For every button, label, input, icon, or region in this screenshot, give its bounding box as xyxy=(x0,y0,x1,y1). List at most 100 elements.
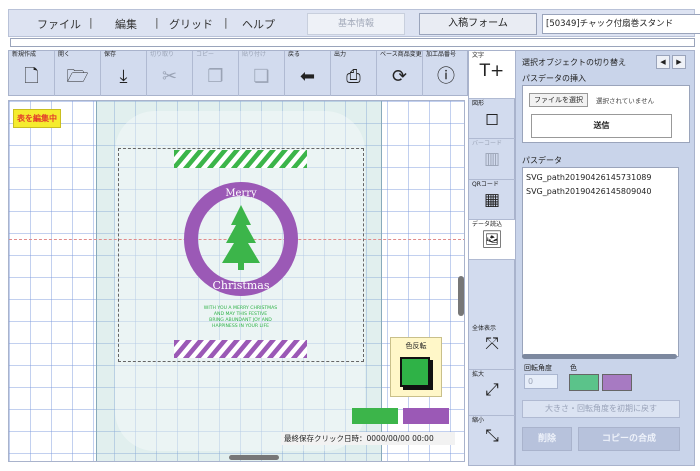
object-panel: 選択オブジェクトの切り替え ◀ ▶ パスデータの挿入 ファイルを選択 選択されて… xyxy=(515,50,695,466)
scissors-icon: ✂ xyxy=(161,66,178,87)
paste-icon: ❏ xyxy=(253,66,270,87)
color-swatch-green[interactable] xyxy=(569,374,599,391)
panel-title: 選択オブジェクトの切り替え xyxy=(522,58,626,67)
editing-badge: 表を編集中 xyxy=(13,109,61,128)
zoom-out-button[interactable]: 縮小 ⤡ xyxy=(469,416,515,466)
greeting-text: WITH YOU A MERRY CHRISTMAS AND MAY THIS … xyxy=(174,306,307,330)
new-button[interactable]: 新規作成 🗋 xyxy=(9,51,55,96)
copy-compose-button[interactable]: コピーの合成 xyxy=(578,427,680,451)
fit-label: 全体表示 xyxy=(472,325,497,332)
zoom-in-icon: ⤢ xyxy=(485,380,499,400)
menu-separator: | xyxy=(224,16,228,29)
path-data-label: パスデータ xyxy=(522,156,562,165)
merry-text: Merry xyxy=(225,188,257,199)
tool-sidebar: 文字 T+ 図形 ◻ バーコード ▥ QRコード ▦ データ読込 🖼 全体表示 ⤧ 拡大 ⤢ … xyxy=(468,50,515,466)
no-file-text: 選択されていません xyxy=(596,97,655,105)
progress-strip xyxy=(10,38,695,47)
copy-button[interactable]: コピー ❐ xyxy=(193,51,239,96)
greeting-line: HAPPINESS IN YOUR LIFE xyxy=(211,324,270,329)
copy-label: コピー xyxy=(196,51,215,58)
horizontal-scrollbar[interactable] xyxy=(229,455,279,460)
shape-icon: ◻ xyxy=(484,109,500,129)
save-button[interactable]: 保存 ⤓ xyxy=(101,51,147,96)
qr-label: QRコード xyxy=(472,181,499,188)
image-tool[interactable]: データ読込 🖼 xyxy=(469,220,515,260)
barcode-icon: ▥ xyxy=(483,149,501,169)
back-label: 戻る xyxy=(288,51,301,58)
zoom-out-label: 縮小 xyxy=(472,417,485,424)
design-canvas[interactable]: Merry Christmas WITH YOU A MERRY CHRISTM… xyxy=(8,100,465,462)
path-insert-label: パスデータの挿入 xyxy=(522,74,586,83)
vertical-scrollbar[interactable] xyxy=(458,276,464,316)
christmas-emblem[interactable]: Merry Christmas xyxy=(183,181,299,297)
last-saved: 最終保存クリック日時：0000/00/00 00:00 xyxy=(281,432,455,445)
color-swatch-purple[interactable] xyxy=(602,374,632,391)
printer-icon: ⎙ xyxy=(346,66,361,87)
delete-button[interactable]: 削除 xyxy=(522,427,572,451)
menu-bar: ファイル | 編集 | グリッド | ヘルプ 基本情報 入稿フォーム [5034… xyxy=(8,9,700,37)
open-button[interactable]: 開く 🗁 xyxy=(55,51,101,96)
info-button[interactable]: 加工品番号 ⓘ xyxy=(423,51,469,96)
basic-info-button[interactable]: 基本情報 xyxy=(307,13,405,35)
menu-file[interactable]: ファイル xyxy=(37,16,81,32)
back-button[interactable]: 戻る ⬅ xyxy=(285,51,331,96)
fit-view-button[interactable]: 全体表示 ⤧ xyxy=(469,324,515,370)
purple-stripe-band[interactable] xyxy=(174,340,307,358)
cut-button[interactable]: 切り取り ✂ xyxy=(147,51,193,96)
prev-object-button[interactable]: ◀ xyxy=(656,55,670,69)
purple-swatch[interactable] xyxy=(403,408,449,424)
refresh-icon: ⟳ xyxy=(391,66,408,87)
green-swatch[interactable] xyxy=(352,408,398,424)
zoom-in-button[interactable]: 拡大 ⤢ xyxy=(469,370,515,416)
choose-file-button[interactable]: ファイルを選択 xyxy=(529,93,588,107)
print-button[interactable]: 出力 ⎙ xyxy=(331,51,377,96)
save-label: 保存 xyxy=(104,51,117,58)
path-list[interactable]: SVG_path20190426145731089 SVG_path201904… xyxy=(522,167,679,357)
menu-edit[interactable]: 編集 xyxy=(115,16,137,32)
next-object-button[interactable]: ▶ xyxy=(672,55,686,69)
menu-separator: | xyxy=(155,16,159,29)
submission-form-button[interactable]: 入稿フォーム xyxy=(419,13,537,35)
christmas-text: Christmas xyxy=(213,279,270,292)
menu-separator: | xyxy=(89,16,93,29)
tree-icon xyxy=(222,205,260,263)
barcode-label: バーコード xyxy=(472,140,503,147)
copy-icon: ❐ xyxy=(207,66,224,87)
document-field[interactable]: [50349]チャック付扇巻スタンド xyxy=(542,14,700,34)
path-list-scrollbar[interactable] xyxy=(522,354,677,359)
qr-tool[interactable]: QRコード ▦ xyxy=(469,180,515,220)
color-invert-button[interactable]: 色反転 xyxy=(390,337,442,397)
zoom-out-icon: ⤡ xyxy=(485,426,499,446)
list-item[interactable]: SVG_path20190426145731089 xyxy=(526,171,675,185)
menu-help[interactable]: ヘルプ xyxy=(242,16,275,32)
reset-size-rotation-button[interactable]: 大きさ・回転角度を初期に戻す xyxy=(522,400,680,418)
barcode-tool[interactable]: バーコード ▥ xyxy=(469,139,515,180)
text-tool[interactable]: 文字 T+ xyxy=(469,51,515,99)
upload-box: ファイルを選択 選択されていません 送信 xyxy=(522,85,690,143)
image-icon: 🖼 xyxy=(481,230,503,250)
send-button[interactable]: 送信 xyxy=(531,114,672,138)
zoom-in-label: 拡大 xyxy=(472,371,485,378)
expand-icon: ⤧ xyxy=(485,334,499,354)
paste-button[interactable]: 貼り付け ❏ xyxy=(239,51,285,96)
cut-label: 切り取り xyxy=(150,51,175,58)
image-label: データ読込 xyxy=(472,221,503,228)
shape-tool[interactable]: 図形 ◻ xyxy=(469,99,515,139)
list-item[interactable]: SVG_path20190426145809040 xyxy=(526,185,675,199)
qr-code-icon: ▦ xyxy=(483,190,501,210)
paste-label: 貼り付け xyxy=(242,51,267,58)
color-label: 色 xyxy=(570,364,577,372)
green-stripe-band[interactable] xyxy=(174,150,307,168)
arrow-left-icon: ⬅ xyxy=(299,66,316,87)
info-icon: ⓘ xyxy=(437,66,455,87)
menu-grid[interactable]: グリッド xyxy=(169,16,213,32)
text-label: 文字 xyxy=(472,52,485,59)
toolbar: 新規作成 🗋 開く 🗁 保存 ⤓ 切り取り ✂ コピー ❐ 貼り付け ❏ 戻る ⬅ 出力 ⎙ ベ… xyxy=(8,50,468,96)
rotation-input[interactable]: 0 xyxy=(524,374,558,389)
print-label: 出力 xyxy=(334,51,347,58)
open-label: 開く xyxy=(58,51,71,58)
base-label: ベース商品変更 xyxy=(380,51,422,58)
folder-icon: 🗁 xyxy=(66,66,89,87)
base-product-button[interactable]: ベース商品変更 ⟳ xyxy=(377,51,423,96)
rotation-label: 回転角度 xyxy=(524,364,552,372)
